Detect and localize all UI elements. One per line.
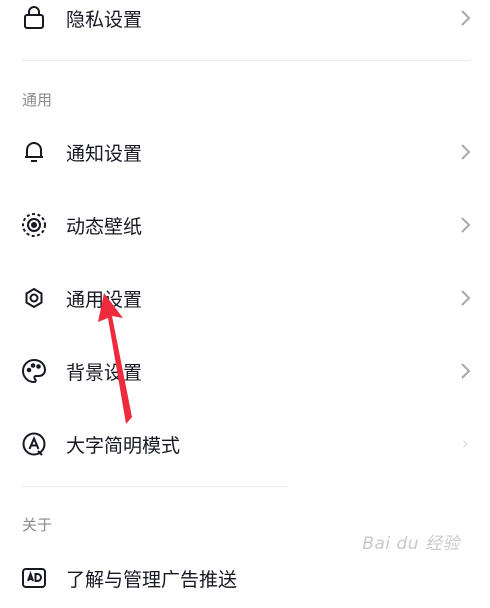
chevron-right-icon (461, 217, 471, 233)
ad-management-row[interactable]: 了解与管理广告推送 (0, 548, 490, 608)
divider (22, 60, 470, 61)
palette-icon (21, 358, 47, 384)
gear-icon (21, 285, 47, 311)
large-font-mode-row[interactable]: 大字简明模式 (0, 414, 490, 474)
ad-management-label: 了解与管理广告推送 (66, 568, 238, 591)
live-wallpaper-row[interactable]: 动态壁纸 (0, 195, 490, 255)
chevron-right-icon (461, 363, 471, 379)
live-wallpaper-icon (21, 212, 47, 238)
general-settings-label: 通用设置 (66, 288, 143, 311)
notification-settings-row[interactable]: 通知设置 (0, 122, 490, 182)
section-header-about: 关于 (22, 516, 53, 534)
general-settings-row[interactable]: 通用设置 (0, 268, 490, 328)
privacy-settings-label: 隐私设置 (66, 8, 143, 31)
section-header-general: 通用 (22, 91, 53, 109)
chevron-right-icon (463, 440, 468, 448)
background-settings-label: 背景设置 (66, 361, 143, 384)
baidu-watermark: Bai du 经验 (362, 534, 460, 554)
chevron-right-icon (461, 290, 471, 306)
large-font-mode-label: 大字简明模式 (66, 434, 181, 457)
chevron-right-icon (461, 10, 471, 26)
chevron-right-icon (461, 144, 471, 160)
bell-icon (21, 139, 47, 165)
ad-icon (21, 565, 47, 591)
background-settings-row[interactable]: 背景设置 (0, 341, 490, 401)
large-font-icon (21, 431, 47, 457)
notification-settings-label: 通知设置 (66, 142, 143, 165)
live-wallpaper-label: 动态壁纸 (66, 215, 143, 238)
lock-icon (21, 5, 47, 31)
privacy-settings-row[interactable]: 隐私设置 (0, 0, 490, 48)
divider (22, 486, 288, 487)
